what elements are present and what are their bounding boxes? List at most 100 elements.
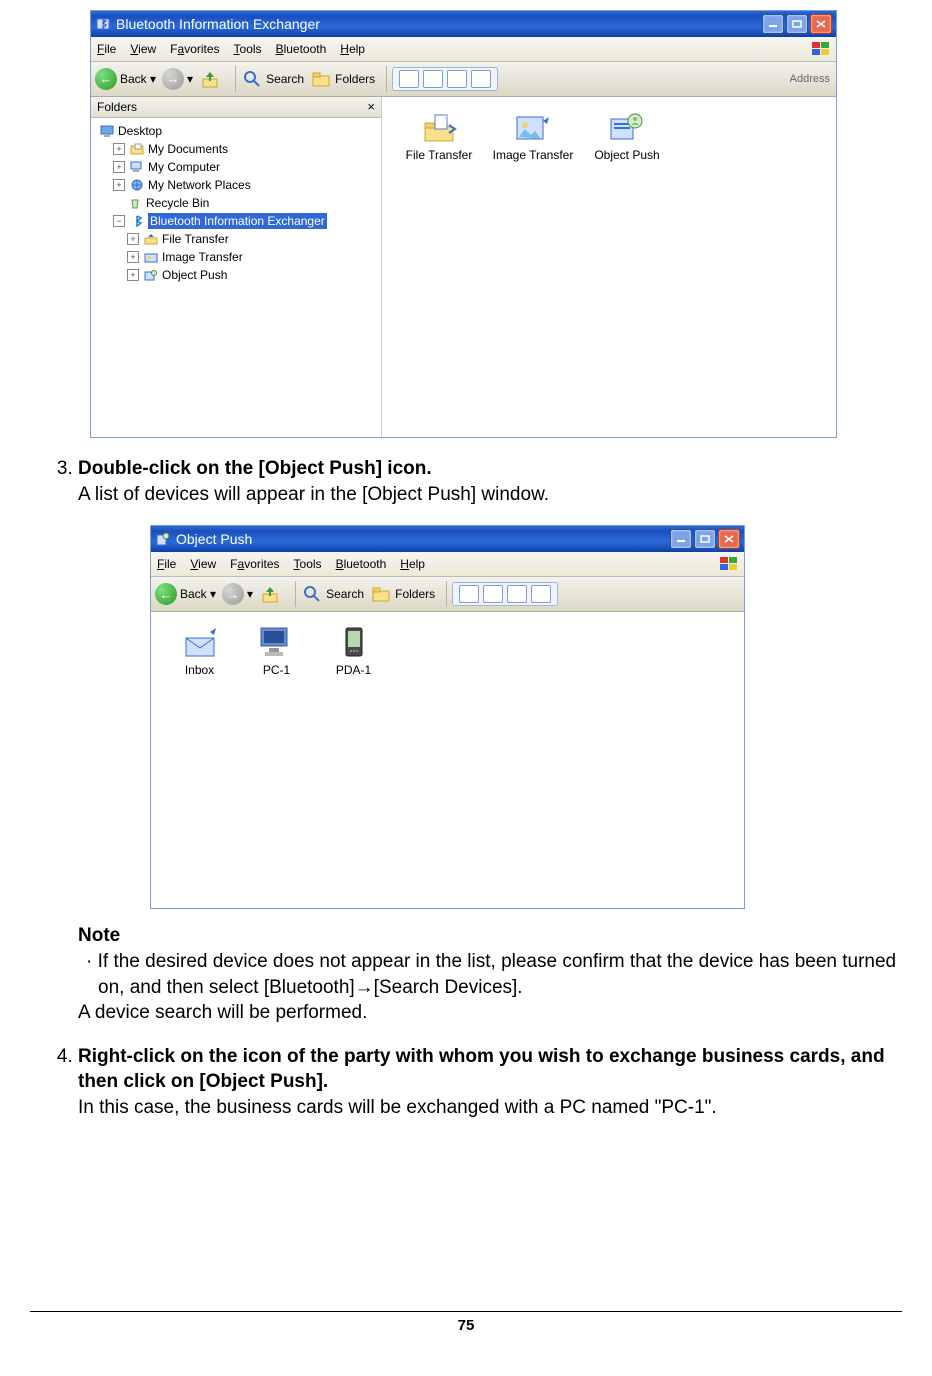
object-push-icon <box>155 531 171 547</box>
back-label: Back <box>180 586 207 602</box>
folders-label: Folders <box>395 586 435 602</box>
step-4-title: Right-click on the icon of the party wit… <box>78 1046 885 1093</box>
tree-mycomp[interactable]: +My Computer <box>99 158 377 176</box>
minimize-button[interactable] <box>670 529 692 549</box>
search-icon <box>241 68 263 90</box>
folders-icon <box>370 583 392 605</box>
folders-panel: Folders × Desktop +My Documents +My Comp… <box>91 97 382 437</box>
view-icon-4[interactable] <box>471 70 491 88</box>
forward-button[interactable]: →▾ <box>162 68 193 90</box>
up-icon <box>259 583 281 605</box>
menu-favorites[interactable]: Favorites <box>230 556 279 572</box>
menu-tools[interactable]: Tools <box>294 556 322 572</box>
step-3-body: A list of devices will appear in the [Ob… <box>78 484 549 505</box>
search-button[interactable]: Search <box>241 68 304 90</box>
view-icon-3[interactable] <box>507 585 527 603</box>
tree-op[interactable]: +Object Push <box>99 266 377 284</box>
tree-bie[interactable]: −Bluetooth Information Exchanger <box>99 212 377 230</box>
titlebar[interactable]: Object Push <box>151 526 744 552</box>
menu-favorites[interactable]: Favorites <box>170 41 219 57</box>
pc1-icon[interactable]: PC-1 <box>244 624 309 678</box>
window-title: Bluetooth Information Exchanger <box>116 15 320 34</box>
icon-view: File Transfer Image Transfer Object Push <box>382 97 836 437</box>
tree-it[interactable]: +Image Transfer <box>99 248 377 266</box>
back-button[interactable]: ←Back ▾ <box>155 583 216 605</box>
file-transfer-icon[interactable]: File Transfer <box>398 111 480 163</box>
note-body-2: A device search will be performed. <box>78 1000 902 1026</box>
forward-button[interactable]: →▾ <box>222 583 253 605</box>
menu-tools[interactable]: Tools <box>234 41 262 57</box>
view-icon-2[interactable] <box>423 70 443 88</box>
tree-mydocs[interactable]: +My Documents <box>99 140 377 158</box>
view-icon-3[interactable] <box>447 70 467 88</box>
bluetooth-icon <box>95 16 111 32</box>
view-icon-1[interactable] <box>399 70 419 88</box>
menu-file[interactable]: File <box>157 556 176 572</box>
maximize-button[interactable] <box>694 529 716 549</box>
image-transfer-icon[interactable]: Image Transfer <box>492 111 574 163</box>
inbox-label: Inbox <box>167 662 232 678</box>
windows-flag-icon <box>812 42 830 56</box>
search-label: Search <box>326 586 364 602</box>
folders-label: Folders <box>335 71 375 87</box>
menu-help[interactable]: Help <box>400 556 425 572</box>
menu-bluetooth[interactable]: Bluetooth <box>276 41 327 57</box>
instruction-list-2: Right-click on the icon of the party wit… <box>30 1044 902 1121</box>
search-button[interactable]: Search <box>301 583 364 605</box>
menu-help[interactable]: Help <box>340 41 365 57</box>
menubar: File View Favorites Tools Bluetooth Help <box>151 552 744 577</box>
step-4-body: In this case, the business cards will be… <box>78 1097 717 1118</box>
page-number: 75 <box>30 1316 902 1336</box>
menu-bluetooth[interactable]: Bluetooth <box>336 556 387 572</box>
window-object-push: Object Push File View Favorites Tools Bl… <box>150 525 745 909</box>
folders-button[interactable]: Folders <box>370 583 435 605</box>
back-button[interactable]: ←Back ▾ <box>95 68 156 90</box>
pda1-icon[interactable]: PDA-1 <box>321 624 386 678</box>
toolbar: ←Back ▾ →▾ Search Folders Address <box>91 62 836 97</box>
menu-view[interactable]: View <box>190 556 216 572</box>
note-body: · If the desired device does not appear … <box>98 949 902 1000</box>
view-icon-4[interactable] <box>531 585 551 603</box>
tree-ft[interactable]: +File Transfer <box>99 230 377 248</box>
minimize-button[interactable] <box>762 14 784 34</box>
window-title: Object Push <box>176 530 252 549</box>
folders-header: Folders × <box>91 97 381 118</box>
pda1-label: PDA-1 <box>321 662 386 678</box>
window-bluetooth-info-exchanger: Bluetooth Information Exchanger File Vie… <box>90 10 837 438</box>
view-buttons[interactable] <box>392 67 498 91</box>
close-button[interactable] <box>810 14 832 34</box>
folders-icon <box>310 68 332 90</box>
note-heading: Note <box>78 923 902 949</box>
view-icon-2[interactable] <box>483 585 503 603</box>
view-buttons[interactable] <box>452 582 558 606</box>
step-3-title: Double-click on the [Object Push] icon. <box>78 458 432 479</box>
menu-file[interactable]: File <box>97 41 116 57</box>
folders-close-icon[interactable]: × <box>367 98 375 116</box>
pc1-label: PC-1 <box>244 662 309 678</box>
toolbar: ←Back ▾ →▾ Search Folders <box>151 577 744 612</box>
up-button[interactable] <box>259 583 284 605</box>
tree-desktop[interactable]: Desktop <box>99 122 377 140</box>
folders-button[interactable]: Folders <box>310 68 375 90</box>
close-button[interactable] <box>718 529 740 549</box>
view-icon-1[interactable] <box>459 585 479 603</box>
object-push-label: Object Push <box>586 147 668 163</box>
search-icon <box>301 583 323 605</box>
step-3: Double-click on the [Object Push] icon. … <box>78 456 902 507</box>
instruction-list: Double-click on the [Object Push] icon. … <box>30 456 902 507</box>
file-transfer-label: File Transfer <box>398 147 480 163</box>
windows-flag-icon <box>720 557 738 571</box>
tree-mynet[interactable]: +My Network Places <box>99 176 377 194</box>
up-button[interactable] <box>199 68 224 90</box>
menubar: File View Favorites Tools Bluetooth Help <box>91 37 836 62</box>
titlebar[interactable]: Bluetooth Information Exchanger <box>91 11 836 37</box>
inbox-icon[interactable]: Inbox <box>167 624 232 678</box>
folders-header-label: Folders <box>97 99 137 115</box>
folder-tree: Desktop +My Documents +My Computer +My N… <box>91 118 381 288</box>
step-4: Right-click on the icon of the party wit… <box>78 1044 902 1121</box>
menu-view[interactable]: View <box>130 41 156 57</box>
tree-recycle[interactable]: Recycle Bin <box>99 194 377 212</box>
maximize-button[interactable] <box>786 14 808 34</box>
object-push-icon[interactable]: Object Push <box>586 111 668 163</box>
icon-view: Inbox PC-1 PDA-1 <box>151 612 744 908</box>
